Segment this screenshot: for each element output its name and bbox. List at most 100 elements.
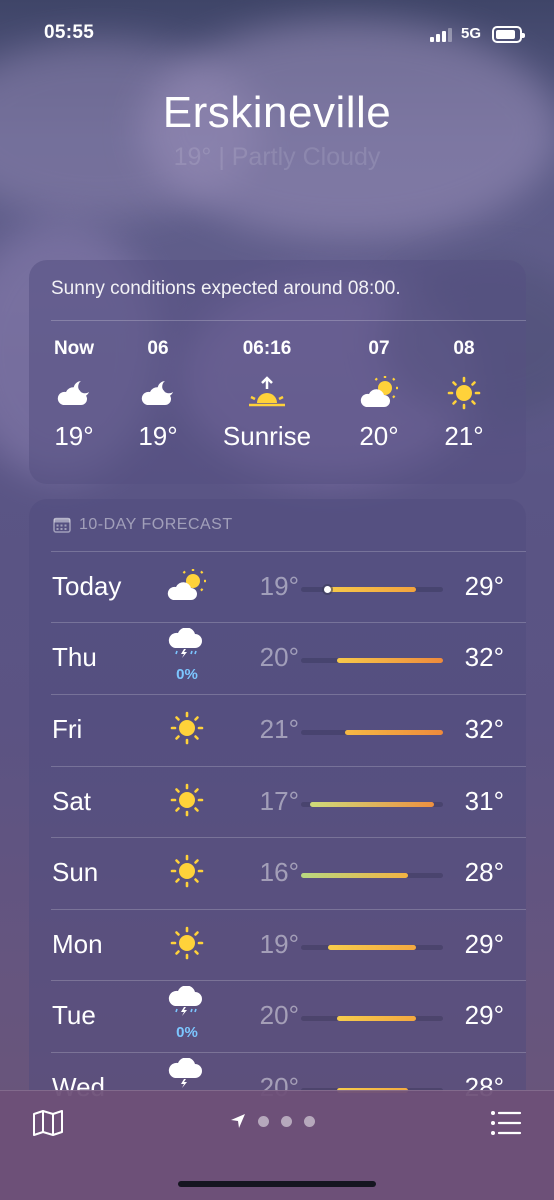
row-divider bbox=[51, 837, 526, 838]
forecast-header: 10-DAY FORECAST bbox=[53, 515, 233, 535]
status-time: 05:55 bbox=[44, 22, 95, 43]
day-label: Thu bbox=[52, 642, 97, 672]
forecast-row[interactable]: Thu 0% 20° 32° bbox=[51, 622, 526, 694]
temp-range-bar bbox=[327, 945, 417, 950]
forecast-row[interactable]: Sat 17° 31° bbox=[51, 766, 526, 838]
high-temp: 29° bbox=[464, 571, 504, 601]
low-temp: 16° bbox=[259, 857, 299, 887]
temp-range-track bbox=[301, 802, 443, 807]
low-temp: 19° bbox=[259, 929, 299, 959]
hour-item: 08 21° bbox=[419, 338, 509, 452]
precip-chance: 0% bbox=[176, 666, 198, 683]
row-divider bbox=[51, 622, 526, 623]
partly-cloudy-night-icon bbox=[141, 381, 173, 405]
day-label: Tue bbox=[52, 1000, 96, 1030]
page-dot[interactable] bbox=[304, 1115, 315, 1127]
partly-sunny-icon bbox=[167, 569, 206, 600]
temp-range-bar bbox=[327, 587, 417, 592]
card-divider bbox=[51, 320, 526, 321]
location-arrow-icon bbox=[231, 1114, 245, 1128]
day-label: Today bbox=[52, 571, 122, 601]
day-label: Sun bbox=[52, 857, 99, 887]
partly-sunny-icon bbox=[360, 376, 398, 407]
high-temp: 28° bbox=[464, 857, 504, 887]
day-label: Fri bbox=[52, 714, 83, 744]
forecast-row[interactable]: Sun 16° 28° bbox=[51, 837, 526, 909]
sun-icon bbox=[170, 854, 204, 888]
city-name: Erskineville bbox=[162, 88, 392, 137]
forecast-title: 10-DAY FORECAST bbox=[79, 516, 233, 533]
high-temp: 31° bbox=[464, 786, 504, 816]
sunrise-icon bbox=[249, 376, 285, 407]
hour-label: Now bbox=[53, 338, 95, 359]
hour-label: 08 bbox=[453, 338, 475, 359]
sun-icon bbox=[447, 376, 481, 410]
forecast-row[interactable]: Mon 19° 29° bbox=[51, 909, 526, 981]
sun-icon bbox=[170, 783, 204, 817]
temp-range-bar bbox=[301, 873, 408, 878]
status-bar: 05:55 5G bbox=[0, 0, 554, 70]
partly-cloudy-night-icon bbox=[57, 381, 89, 405]
temp-range-track bbox=[301, 586, 443, 593]
temp-range-track bbox=[301, 730, 443, 735]
forecast-row[interactable]: Today 19° 29° bbox=[51, 551, 526, 623]
temp-range-track bbox=[301, 658, 443, 663]
low-temp: 20° bbox=[259, 642, 299, 672]
low-temp: 17° bbox=[259, 786, 299, 816]
row-divider bbox=[51, 766, 526, 767]
temp-range-bar bbox=[336, 1016, 417, 1021]
day-label: Sat bbox=[52, 786, 92, 816]
temp-range-track bbox=[301, 873, 443, 878]
hour-temp: 21° bbox=[444, 421, 484, 451]
forecast-row[interactable]: Fri 21° 32° bbox=[51, 694, 526, 766]
low-temp: 20° bbox=[259, 1000, 299, 1030]
map-icon[interactable] bbox=[32, 1109, 64, 1137]
hour-label: 07 bbox=[368, 338, 390, 359]
precip-chance: 0% bbox=[176, 1024, 198, 1041]
ten-day-forecast-card[interactable]: 10-DAY FORECAST Today 19° 29° Thu 0% 20°… bbox=[29, 499, 526, 1119]
thunderstorm-icon bbox=[168, 986, 202, 1016]
hourly-summary-text: Sunny conditions expected around 08:00. bbox=[51, 278, 401, 299]
hour-item: 06:16 Sunrise bbox=[222, 338, 312, 452]
low-temp: 19° bbox=[259, 571, 299, 601]
thunderstorm-icon bbox=[168, 1058, 202, 1088]
hour-temp: 20° bbox=[359, 421, 399, 451]
row-divider bbox=[51, 1052, 526, 1053]
page-indicator[interactable] bbox=[230, 1113, 315, 1129]
temp-range-track bbox=[301, 945, 443, 950]
home-indicator[interactable] bbox=[178, 1181, 376, 1187]
row-divider bbox=[51, 980, 526, 981]
row-divider bbox=[51, 551, 526, 552]
day-label: Mon bbox=[52, 929, 103, 959]
hour-temp: 19° bbox=[54, 421, 94, 451]
thunderstorm-icon bbox=[168, 628, 202, 658]
high-temp: 32° bbox=[464, 714, 504, 744]
temp-range-bar bbox=[309, 802, 435, 807]
row-divider bbox=[51, 909, 526, 910]
sun-icon bbox=[170, 711, 204, 745]
list-icon[interactable] bbox=[490, 1110, 522, 1136]
hour-item: 06 19° bbox=[113, 338, 203, 452]
temp-range-bar bbox=[336, 658, 443, 663]
hourly-forecast-card[interactable]: Sunny conditions expected around 08:00. … bbox=[29, 260, 526, 484]
hour-label: 06:16 bbox=[242, 338, 292, 359]
temp-range-track bbox=[301, 1016, 443, 1021]
hour-temp: Sunrise bbox=[222, 421, 312, 451]
calendar-icon bbox=[53, 517, 71, 533]
low-temp: 21° bbox=[259, 714, 299, 744]
forecast-row[interactable]: Tue 0% 20° 29° bbox=[51, 980, 526, 1052]
hour-label: 06 bbox=[147, 338, 169, 359]
cellular-signal-icon bbox=[430, 28, 454, 42]
sun-icon bbox=[170, 926, 204, 960]
high-temp: 29° bbox=[464, 1000, 504, 1030]
hour-temp: 19° bbox=[138, 421, 178, 451]
row-divider bbox=[51, 694, 526, 695]
page-dot[interactable] bbox=[258, 1115, 269, 1127]
current-summary: 19° | Partly Cloudy bbox=[173, 143, 381, 171]
high-temp: 32° bbox=[464, 642, 504, 672]
hour-item: 07 20° bbox=[334, 338, 424, 452]
network-type: 5G bbox=[461, 25, 482, 42]
page-dot[interactable] bbox=[281, 1115, 292, 1127]
high-temp: 29° bbox=[464, 929, 504, 959]
battery-icon bbox=[492, 26, 525, 43]
